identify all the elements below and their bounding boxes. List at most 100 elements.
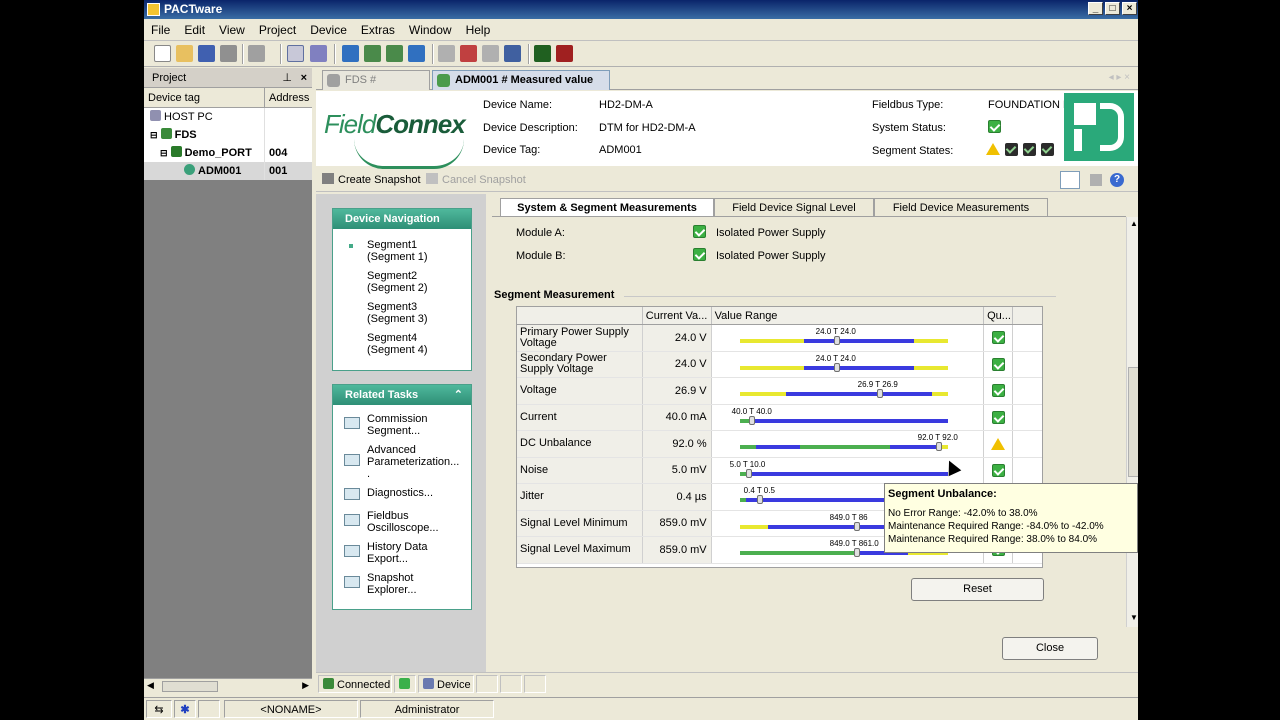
settings-icon[interactable] (482, 45, 499, 62)
project-panel-title: Project (152, 72, 187, 84)
cancel-snapshot-button[interactable]: Cancel Snapshot (426, 173, 526, 186)
value-marker[interactable] (853, 521, 860, 531)
scroll-thumb[interactable] (162, 681, 218, 692)
fds-icon (160, 128, 172, 139)
open-icon[interactable] (176, 45, 193, 62)
tree-item-host-pc[interactable]: HOST PC (144, 108, 312, 126)
catalog-icon[interactable] (310, 45, 327, 62)
vscroll-thumb[interactable] (1128, 367, 1138, 477)
tab-field-device-signal-level[interactable]: Field Device Signal Level (714, 198, 874, 216)
tree-item-adm001[interactable]: ADM001 001 (144, 162, 312, 180)
task-diagnostics[interactable]: Diagnostics... (333, 487, 471, 505)
measurement-row[interactable]: Secondary Power Supply Voltage 24.0 V 24.0… (517, 351, 1042, 378)
close-panel-icon[interactable]: × (301, 68, 307, 88)
value-marker[interactable] (935, 442, 942, 451)
pin-icon[interactable]: ⊥ (282, 68, 292, 88)
related-tasks-panel: Related Tasks ⌃ Commission Segment... Adva… (332, 384, 472, 610)
tab-adm001-measured-value[interactable]: ADM001 # Measured value (432, 70, 610, 90)
tree-item-fds[interactable]: ⊟ FDS (144, 126, 312, 144)
lock-icon (198, 700, 220, 718)
range-segment (803, 365, 850, 370)
grid-header-name[interactable] (517, 307, 643, 324)
new-icon[interactable] (154, 45, 171, 62)
menu-project[interactable]: Project (252, 19, 303, 41)
tree-item-demo-port[interactable]: ⊟ Demo_PORT 004 (144, 144, 312, 162)
print-icon[interactable] (220, 45, 237, 62)
grid-header-quality[interactable]: Qu... (984, 307, 1014, 324)
parameter-icon[interactable] (438, 45, 455, 62)
measurement-row[interactable]: Primary Power Supply Voltage 24.0 V 24.0 T… (517, 325, 1042, 352)
menu-window[interactable]: Window (402, 19, 459, 41)
tab-field-device-measurements[interactable]: Field Device Measurements (874, 198, 1048, 216)
collapse-icon[interactable]: ⌃ (454, 385, 463, 405)
value-marker[interactable] (853, 548, 860, 557)
value-marker[interactable] (833, 362, 840, 372)
column-address[interactable]: Address (264, 88, 312, 107)
stop-icon[interactable] (556, 45, 573, 62)
diagnosis-icon[interactable] (460, 45, 477, 62)
layout-icon[interactable] (1060, 171, 1080, 189)
minimize-button[interactable]: _ (1088, 2, 1103, 15)
menu-extras[interactable]: Extras (354, 19, 402, 41)
scroll-up-icon[interactable]: ▲ (1130, 219, 1138, 228)
save-icon[interactable] (198, 45, 215, 62)
cut-icon[interactable] (248, 45, 265, 62)
network-icon[interactable] (504, 45, 521, 62)
monitor-icon[interactable] (534, 45, 551, 62)
maximize-button[interactable]: □ (1105, 2, 1120, 15)
grid-header-range[interactable]: Value Range (712, 307, 985, 324)
device-description-value: DTM for HD2-DM-A (599, 122, 696, 134)
task-fieldbus-oscilloscope[interactable]: Fieldbus Oscilloscope... (333, 510, 471, 534)
tab-fds-diagnosis[interactable]: FDS # Diagnosis (322, 70, 430, 104)
offline-icon[interactable] (386, 45, 403, 62)
value-marker[interactable] (756, 495, 763, 504)
create-snapshot-button[interactable]: Create Snapshot (322, 173, 421, 186)
menu-view[interactable]: View (212, 19, 252, 41)
tab-system-segment-measurements[interactable]: System & Segment Measurements (500, 198, 714, 216)
measurement-row[interactable]: Voltage 26.9 V 26.9 T 26.9 (517, 378, 1042, 405)
connect-icon[interactable] (342, 45, 359, 62)
online-icon[interactable] (364, 45, 381, 62)
measurement-name: Signal Level Minimum (517, 510, 643, 536)
pepperl-fuchs-logo (1064, 93, 1134, 161)
asterisk-icon: ✱ (174, 700, 196, 718)
task-history-data-export[interactable]: History Data Export... (333, 541, 471, 565)
column-device-tag[interactable]: Device tag (144, 88, 264, 107)
menu-file[interactable]: File (144, 19, 177, 41)
close-window-button[interactable]: × (1122, 2, 1137, 15)
nav-segment4[interactable]: Segment4 (Segment 4) (333, 332, 471, 356)
grid-header-current[interactable]: Current Va... (643, 307, 712, 324)
range-bar (739, 339, 948, 343)
marker-label: 26.9 T 26.9 (857, 380, 898, 389)
reset-button[interactable]: Reset (911, 578, 1044, 601)
range-segment (739, 339, 804, 343)
task-snapshot-explorer[interactable]: Snapshot Explorer... (333, 572, 471, 596)
project-view-icon[interactable] (287, 45, 304, 62)
task-advanced-parameterization[interactable]: Advanced Parameterization.... (333, 444, 471, 480)
measurement-row[interactable]: Noise 5.0 mV 5.0 T 10.0 (517, 457, 1042, 484)
nav-segment3[interactable]: Segment3 (Segment 3) (333, 301, 471, 325)
value-range-cell: 5.0 T 10.0 (712, 457, 985, 483)
value-marker[interactable] (748, 415, 755, 425)
menu-edit[interactable]: Edit (177, 19, 212, 41)
tab-close-icon[interactable]: ◂ ▸ × (1109, 72, 1130, 83)
help-icon[interactable]: ? (1110, 173, 1124, 187)
value-marker[interactable] (876, 389, 883, 398)
options-icon[interactable] (1090, 174, 1102, 186)
menu-help[interactable]: Help (459, 19, 498, 41)
project-hscrollbar[interactable]: ◀ ▶ (144, 678, 312, 694)
value-marker[interactable] (833, 336, 840, 345)
scroll-right-icon[interactable]: ▶ (302, 680, 309, 691)
nav-segment2[interactable]: Segment2 (Segment 2) (333, 270, 471, 294)
value-marker[interactable] (745, 468, 752, 478)
measurement-row[interactable]: DC Unbalance 92.0 % 92.0 T 92.0 (517, 431, 1042, 458)
task-commission-segment[interactable]: Commission Segment... (333, 413, 471, 437)
nav-segment1[interactable]: Segment1 (Segment 1) (333, 239, 471, 263)
menu-device[interactable]: Device (303, 19, 354, 41)
content-vscrollbar[interactable]: ▲ ▼ (1126, 217, 1138, 627)
close-button[interactable]: Close (1002, 637, 1098, 660)
scroll-down-icon[interactable]: ▼ (1130, 613, 1138, 622)
upload-icon[interactable] (408, 45, 425, 62)
measurement-row[interactable]: Current 40.0 mA 40.0 T 40.0 (517, 404, 1042, 431)
scroll-left-icon[interactable]: ◀ (147, 680, 154, 691)
